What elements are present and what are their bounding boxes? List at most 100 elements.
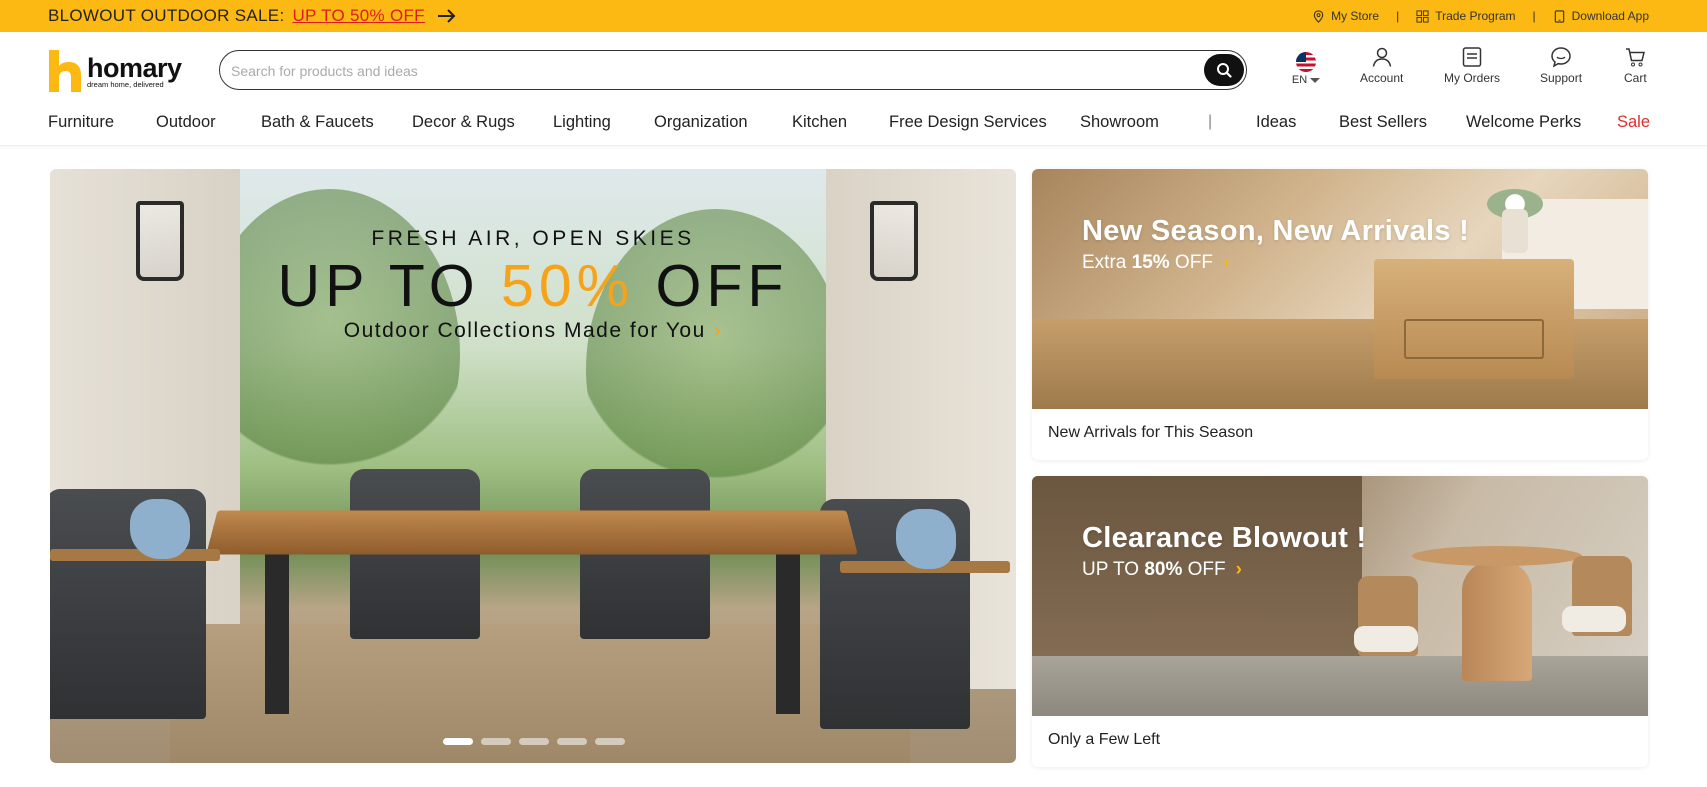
account-button[interactable]: Account (1360, 46, 1403, 85)
promo-highlight-link[interactable]: UP TO 50% OFF (292, 6, 424, 26)
card-decor (1462, 561, 1532, 681)
new-arrivals-caption: New Arrivals for This Season (1048, 424, 1254, 441)
carousel-dot[interactable] (557, 738, 587, 745)
us-flag-icon (1296, 52, 1316, 72)
cart-label: Cart (1624, 71, 1647, 85)
phone-icon (1554, 9, 1564, 23)
card-decor (1404, 319, 1544, 359)
homary-logo[interactable]: homary dream home, delivered (47, 47, 197, 95)
divider: | (1396, 9, 1400, 23)
logo-wordmark: homary (87, 52, 182, 83)
trade-program-link[interactable]: Trade Program (1416, 9, 1515, 23)
chevron-right-icon: › (1222, 252, 1230, 273)
clearance-card[interactable]: Clearance Blowout ! UP TO 80% OFF › Only … (1032, 476, 1648, 767)
hero-title-pre: UP TO (277, 253, 501, 319)
carousel-dot[interactable] (443, 738, 473, 745)
search-icon (1217, 63, 1232, 78)
hero-subtitle-text: Outdoor Collections Made for You (343, 319, 706, 342)
location-pin-icon (1313, 9, 1324, 23)
site-header: homary dream home, delivered EN Account … (0, 32, 1707, 104)
nav-item-free-design-services[interactable]: Free Design Services (889, 113, 1047, 132)
clearance-title: Clearance Blowout ! (1082, 522, 1367, 554)
offer-pre: Extra (1082, 252, 1132, 273)
divider: | (1532, 9, 1536, 23)
my-orders-button[interactable]: My Orders (1444, 46, 1500, 85)
hero-kicker: FRESH AIR, OPEN SKIES (371, 227, 695, 250)
my-store-label: My Store (1331, 9, 1380, 23)
new-arrivals-title: New Season, New Arrivals ! (1082, 215, 1470, 247)
hero-decor (50, 549, 220, 561)
carousel-dot[interactable] (481, 738, 511, 745)
cart-button[interactable]: Cart (1624, 46, 1647, 85)
clearance-caption: Only a Few Left (1048, 731, 1161, 748)
support-button[interactable]: Support (1540, 46, 1582, 85)
nav-item-best-sellers[interactable]: Best Sellers (1339, 113, 1427, 132)
card-decor (1502, 209, 1528, 253)
nav-item-lighting[interactable]: Lighting (553, 113, 611, 132)
offer-post: OFF (1169, 252, 1213, 273)
clearance-image: Clearance Blowout ! UP TO 80% OFF › (1032, 476, 1648, 716)
offer-pre: UP TO (1082, 559, 1145, 580)
download-app-link[interactable]: Download App (1553, 9, 1649, 23)
clearance-offer: UP TO 80% OFF › (1082, 559, 1242, 581)
nav-divider: | (1208, 113, 1213, 130)
offer-post: OFF (1182, 559, 1226, 580)
nav-item-decor-rugs[interactable]: Decor & Rugs (412, 113, 515, 132)
nav-item-kitchen[interactable]: Kitchen (792, 113, 847, 132)
new-arrivals-image: New Season, New Arrivals ! Extra 15% OFF… (1032, 169, 1648, 409)
utility-links: My Store | Trade Program | Download App (1312, 0, 1649, 32)
promo-message[interactable]: BLOWOUT OUTDOOR SALE: UP TO 50% OFF (48, 0, 457, 32)
hero-title: UP TO 50% OFF (50, 255, 1016, 317)
search-button[interactable] (1204, 54, 1244, 86)
new-arrivals-offer: Extra 15% OFF › (1082, 252, 1229, 274)
language-selector[interactable]: EN (1290, 52, 1322, 86)
nav-item-bath-faucets[interactable]: Bath & Faucets (261, 113, 374, 132)
card-decor (1032, 656, 1648, 716)
hero-decor (776, 554, 800, 714)
nav-item-showroom[interactable]: Showroom (1080, 113, 1159, 132)
caret-down-icon (1310, 77, 1321, 83)
logo-tagline: dream home, delivered (87, 79, 164, 89)
homary-logo-mark-icon (49, 50, 81, 92)
arrow-right-icon[interactable] (437, 9, 457, 23)
cart-icon (1626, 48, 1646, 67)
hero-decor (130, 499, 190, 559)
chevron-right-icon: › (713, 319, 723, 342)
hero-subtitle[interactable]: Outdoor Collections Made for You › (50, 319, 1016, 343)
offer-percent: 80% (1144, 559, 1183, 580)
my-store-link[interactable]: My Store (1312, 9, 1379, 23)
promo-bar: BLOWOUT OUTDOOR SALE: UP TO 50% OFF My S… (0, 0, 1707, 32)
language-label: EN (1291, 74, 1308, 86)
card-decor (1412, 546, 1582, 566)
hero-decor (265, 554, 289, 714)
search-bar (219, 50, 1247, 90)
promo-lead: BLOWOUT OUTDOOR SALE: (48, 6, 285, 25)
hero-title-post: OFF (634, 253, 789, 319)
carousel-dot[interactable] (595, 738, 625, 745)
nav-item-outdoor[interactable]: Outdoor (156, 113, 216, 132)
trade-program-label: Trade Program (1435, 9, 1516, 23)
hero-decor (896, 509, 956, 569)
card-decor (1562, 606, 1626, 632)
carousel-dot[interactable] (519, 738, 549, 745)
card-decor (1354, 626, 1418, 652)
search-input[interactable] (231, 60, 1191, 82)
grid-icon (1416, 9, 1429, 23)
support-label: Support (1540, 71, 1583, 85)
nav-item-furniture[interactable]: Furniture (48, 113, 114, 132)
hero-banner[interactable]: FRESH AIR, OPEN SKIES UP TO 50% OFF Outd… (50, 169, 1016, 763)
hero-copy: FRESH AIR, OPEN SKIES UP TO 50% OFF Outd… (50, 227, 1016, 343)
my-orders-label: My Orders (1444, 71, 1501, 85)
download-app-label: Download App (1571, 9, 1649, 23)
nav-item-sale[interactable]: Sale (1617, 113, 1650, 132)
user-icon (1372, 47, 1391, 67)
main-navigation: Furniture Outdoor Bath & Faucets Decor &… (0, 104, 1707, 146)
chat-icon (1551, 47, 1571, 68)
chevron-right-icon: › (1235, 559, 1242, 580)
orders-icon (1462, 47, 1482, 67)
carousel-pagination (443, 738, 625, 745)
nav-item-welcome-perks[interactable]: Welcome Perks (1466, 113, 1581, 132)
nav-item-organization[interactable]: Organization (654, 113, 748, 132)
new-arrivals-card[interactable]: New Season, New Arrivals ! Extra 15% OFF… (1032, 169, 1648, 460)
nav-item-ideas[interactable]: Ideas (1256, 113, 1296, 132)
